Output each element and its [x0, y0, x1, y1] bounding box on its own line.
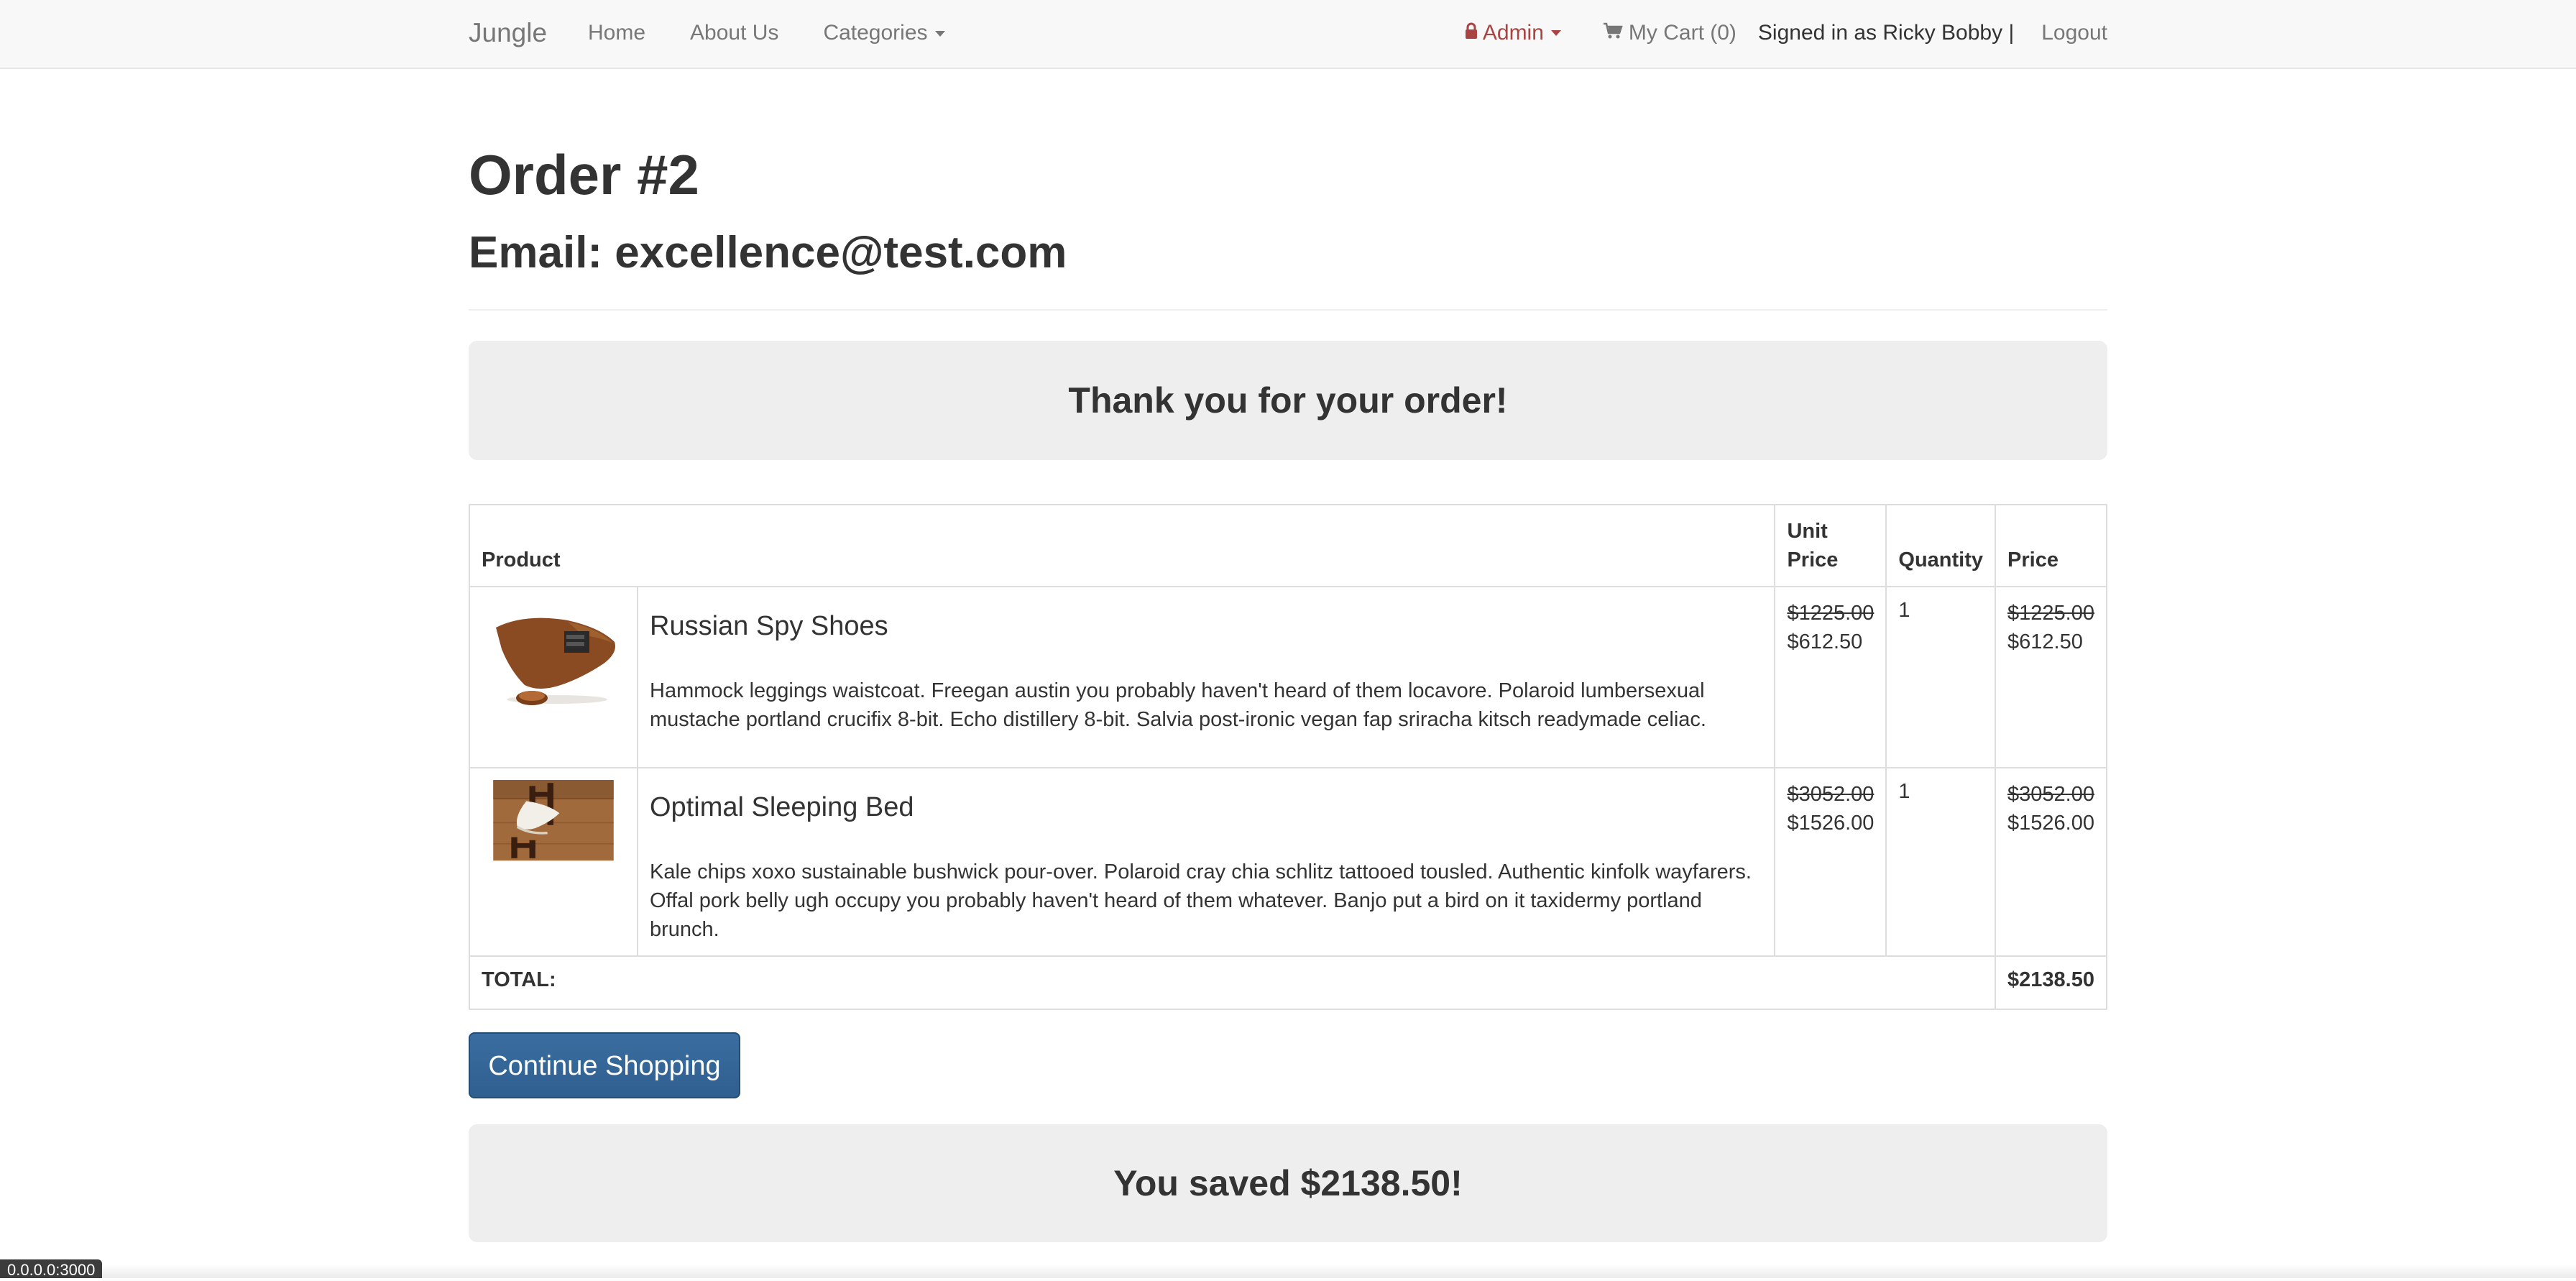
thank-you-text: Thank you for your order! [1068, 380, 1508, 421]
nav-about-link[interactable]: About Us [690, 21, 778, 45]
order-table: Product Unit Price Quantity Price Russia… [468, 504, 2107, 1010]
total-row: TOTAL: $2138.50 [468, 955, 2107, 1010]
header-unit-price: Unit Price [1774, 504, 1887, 587]
unit-price-original: $3052.00 [1787, 783, 1874, 806]
unit-price-cell: $3052.00 $1526.00 [1774, 767, 1887, 957]
signed-in-text: Signed in as Ricky Bobby | [1757, 21, 2015, 45]
admin-dropdown[interactable]: Admin [1464, 21, 1561, 45]
cart-link[interactable]: My Cart (0) [1603, 21, 1736, 45]
logout-link[interactable]: Logout [2041, 21, 2107, 45]
unit-price-original: $1225.00 [1787, 602, 1874, 625]
nav-left: Home About Us Categories [588, 0, 990, 66]
price-sale: $612.50 [2007, 630, 2083, 653]
bottom-shadow [0, 1264, 2576, 1278]
product-image-cell [469, 586, 638, 768]
price-original: $1225.00 [2007, 602, 2094, 625]
product-info-cell: Russian Spy Shoes Hammock leggings waist… [636, 586, 1776, 768]
caret-down-icon [1550, 30, 1561, 36]
table-row: Russian Spy Shoes Hammock leggings waist… [469, 586, 2107, 768]
table-header-row: Product Unit Price Quantity Price [468, 504, 2107, 587]
unit-price-cell: $1225.00 $612.50 [1774, 586, 1887, 768]
navbar-inner: Jungle Home About Us Categories Admin My… [469, 0, 2107, 68]
product-name[interactable]: Russian Spy Shoes [650, 611, 1762, 642]
status-bar-url: 0.0.0.0:3000 [0, 1259, 103, 1279]
table-row: Optimal Sleeping Bed Kale chips xoxo sus… [469, 767, 2107, 957]
quantity-cell: 1 [1885, 767, 1997, 957]
nav-right: Admin My Cart (0) Signed in as Ricky Bob… [1464, 0, 2107, 66]
shoe-image [482, 599, 625, 714]
order-email: Email: excellence@test.com [469, 228, 1067, 277]
product-info-cell: Optimal Sleeping Bed Kale chips xoxo sus… [636, 767, 1776, 957]
product-image-cell [469, 767, 638, 957]
categories-label: Categories [823, 21, 928, 45]
header-price: Price [1995, 504, 2107, 587]
price-cell: $1225.00 $612.50 [1995, 586, 2107, 768]
nav-categories-dropdown[interactable]: Categories [823, 21, 945, 45]
price-original: $3052.00 [2007, 783, 2094, 806]
total-label: TOTAL: [468, 955, 1997, 1010]
divider [469, 309, 2107, 311]
cart-icon [1603, 21, 1623, 45]
admin-label: Admin [1482, 21, 1544, 45]
bed-image [493, 780, 614, 861]
cart-label: My Cart (0) [1628, 21, 1736, 45]
brand-link[interactable]: Jungle [469, 0, 547, 66]
caret-down-icon [934, 31, 945, 37]
product-description: Kale chips xoxo sustainable bushwick pou… [650, 860, 1752, 941]
quantity-value: 1 [1898, 780, 1910, 803]
thank-you-panel: Thank you for your order! [469, 341, 2107, 460]
savings-text: You saved $2138.50! [1113, 1163, 1463, 1203]
quantity-value: 1 [1898, 599, 1910, 622]
nav-home-link[interactable]: Home [588, 21, 645, 45]
navbar: Jungle Home About Us Categories Admin My… [0, 0, 2576, 69]
header-quantity: Quantity [1885, 504, 1997, 587]
product-name[interactable]: Optimal Sleeping Bed [650, 792, 1762, 823]
header-product: Product [468, 504, 1776, 587]
product-description: Hammock leggings waistcoat. Freegan aust… [650, 679, 1706, 731]
price-cell: $3052.00 $1526.00 [1995, 767, 2107, 957]
unit-price-sale: $1526.00 [1787, 812, 1874, 835]
continue-shopping-button[interactable]: Continue Shopping [469, 1032, 740, 1098]
price-sale: $1526.00 [2007, 812, 2094, 835]
page-title: Order #2 [469, 143, 699, 206]
unit-price-sale: $612.50 [1787, 630, 1863, 653]
lock-icon [1464, 21, 1478, 45]
quantity-cell: 1 [1885, 586, 1997, 768]
savings-panel: You saved $2138.50! [469, 1124, 2107, 1242]
total-value: $2138.50 [1995, 955, 2107, 1010]
